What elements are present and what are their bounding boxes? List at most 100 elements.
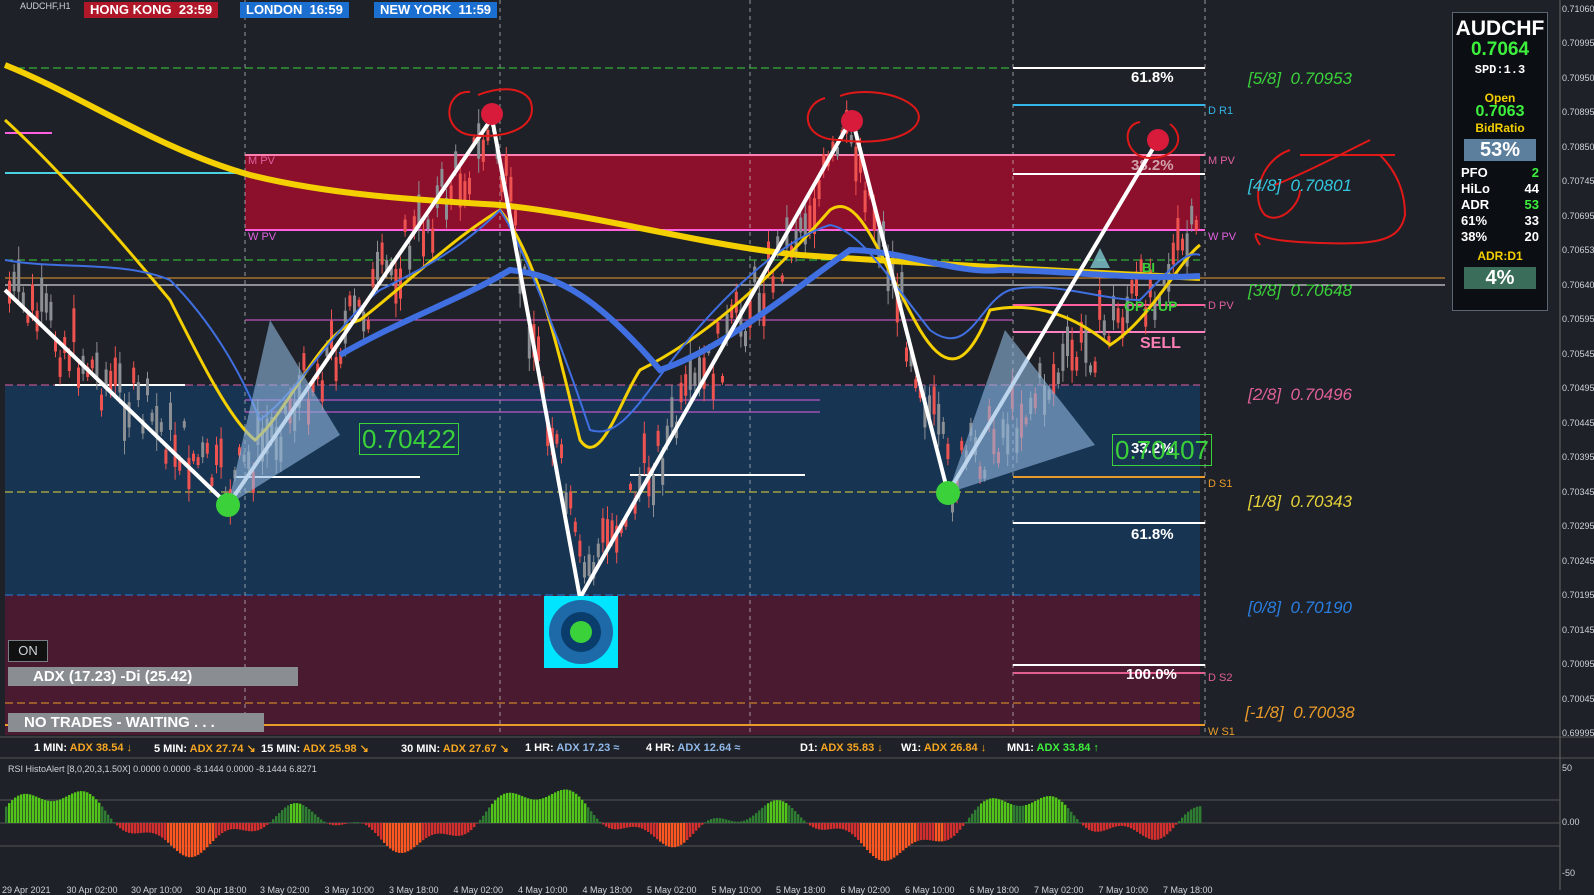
rsi-bar [251,823,254,832]
rsi-bar [266,823,269,825]
rsi-bar [854,823,857,837]
rsi-bar [653,823,656,837]
window-title: AUDCHF,H1 [20,1,71,11]
time-axis-label: 4 May 10:00 [518,885,568,895]
rsi-bar [1085,823,1088,828]
rsi-bar [1088,823,1091,830]
candle-body [780,275,784,282]
rsi-bar [128,823,131,833]
candle-body [1116,308,1120,323]
rsi-bar [1169,823,1172,832]
rsi-bar [11,800,14,823]
candle-body [1176,218,1180,251]
rsi-bar [365,823,368,826]
candle-body [481,139,485,162]
rsi-bar [26,793,29,823]
rsi-bar [62,798,65,823]
rsi-bar [1007,802,1010,823]
candle-body [863,190,867,213]
candle-body [330,320,333,349]
rsi-bar [494,800,497,823]
candle-body [1130,280,1134,294]
adx-tf-1hr: 1 HR: ADX 17.23 ≈ [525,742,620,754]
rsi-bar [887,823,890,861]
rsi-bar [803,820,806,823]
time-axis-label: 30 Apr 02:00 [66,885,118,895]
fib-label: 38.2% [1131,157,1174,174]
rsi-bar [968,817,971,823]
candle-body [182,421,186,428]
murrey-level-5: [5/8] 0.70953 [1248,69,1352,88]
rsi-bar [1172,823,1175,829]
rsi-bar [956,823,959,834]
rsi-bar [734,821,737,823]
time-axis-label: 7 May 18:00 [1163,885,1213,895]
rsi-bar [1040,798,1043,823]
rsi-bar [155,823,158,835]
rsi-bar [38,797,41,823]
panel-stat-61: 61% 33 [1461,213,1539,228]
panel-adr-value: 4% [1464,267,1536,289]
candle-body [109,370,113,391]
rsi-bar [245,823,248,831]
rsi-bar [1151,823,1154,840]
rsi-bar [161,823,164,838]
rsi-bar [440,823,443,834]
rsi-bar [401,823,404,853]
rsi-bar [818,823,821,830]
rsi-bar [848,823,851,833]
rsi-bar [320,819,323,823]
rsi-bar [827,823,830,830]
rsi-bar [1118,823,1121,827]
rsi-bar [1094,823,1097,832]
price-chart[interactable] [0,0,1594,895]
rsi-bar [305,806,308,823]
rsi-bar [719,818,722,823]
rsi-bar [809,823,812,826]
rsi-bar [812,823,815,828]
rsi-bar [1166,823,1169,835]
rsi-bar [389,823,392,849]
rsi-bar [995,798,998,823]
status-message: NO TRADES - WAITING . . . [8,713,264,732]
rsi-bar [764,805,767,823]
candle-body [58,357,62,377]
on-toggle-button[interactable]: ON [8,640,48,662]
rsi-bar [269,822,272,823]
rsi-bar [791,808,794,823]
rsi-bar [233,823,236,830]
rsi-bar [8,803,11,823]
rsi-bar [158,823,161,836]
rsi-bar [815,823,818,829]
time-axis-label: 4 May 18:00 [582,885,633,895]
rsi-bar [746,819,749,823]
up-signal-label: OP... UP [1124,298,1178,314]
rsi-bar [821,823,824,830]
price-axis-label: 0.70045 [1562,693,1594,704]
rsi-bar [383,823,386,843]
rsi-bar [1178,821,1181,823]
rsi-bar [353,822,356,823]
rsi-bar [1076,819,1079,823]
rsi-bar [146,823,149,833]
rsi-bar [641,823,644,829]
rsi-bar [1091,823,1094,832]
rsi-bar [398,823,401,853]
candle-body [17,259,21,292]
rsi-bar [323,821,326,823]
candle-body [721,376,724,383]
rsi-bar [671,823,674,848]
rsi-bar [680,823,683,845]
candle-body [1084,328,1088,363]
rsi-bar [878,823,881,860]
rsi-bar [314,814,317,823]
clock-new-york: NEW YORK 11:59 [374,2,498,18]
candle-body [123,407,126,441]
bi-signal-label: BI [1142,260,1155,275]
candle-body [40,277,44,312]
rsi-bar [776,800,779,823]
rsi-bar [203,823,206,851]
fib-label: 61.8% [1131,69,1174,86]
rsi-bar [1115,823,1118,827]
rsi-bar [80,791,83,823]
